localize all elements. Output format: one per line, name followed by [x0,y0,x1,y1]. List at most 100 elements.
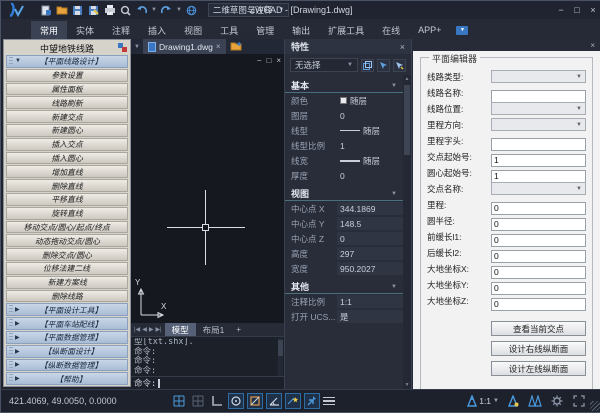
intersection-start-no-input[interactable] [491,154,586,167]
sidebar-item-insert-intersection[interactable]: 插入交点 [6,138,128,151]
back-transition-l2-input[interactable] [491,250,586,263]
sidebar-item-new-intersection[interactable]: 新建交点 [6,110,128,123]
sidebar-item-delete-route[interactable]: 删除线路 [6,290,128,303]
quick-select-icon[interactable] [393,59,406,72]
add-layout-button[interactable]: + [231,325,246,334]
doc-tabs-menu-icon[interactable]: ▼ [131,44,143,50]
ribbon-collapse-button[interactable]: ▼ [450,21,474,39]
mileage-direction-select[interactable]: ▼ [491,118,586,131]
mdi-close-button[interactable]: × [276,56,281,65]
prop-row-center-x[interactable]: 中心点 X 344.1869 [285,201,403,216]
scroll-up-icon[interactable]: ▲ [403,75,411,83]
prev-layout-icon[interactable]: ◀ [142,326,147,333]
tab-app-plus[interactable]: APP+ [409,21,450,39]
prop-row-width[interactable]: 宽度 950.2027 [285,261,403,276]
undo-icon[interactable] [135,4,148,16]
sidebar-group-plane-route-design[interactable]: ▼【平面线路设计】 [6,55,128,68]
geodetic-y-input[interactable] [491,282,586,295]
annotation-scale-control[interactable]: 1:1 ▼ [467,395,499,407]
section-basic[interactable]: 基本 ▼ [285,79,403,93]
front-transition-l1-input[interactable] [491,234,586,247]
save-icon[interactable] [71,4,84,16]
prop-row-lineweight[interactable]: 线宽 随层 [285,153,403,168]
next-layout-icon[interactable]: ▶ [149,326,154,333]
auto-annotation-icon[interactable] [527,393,543,409]
sidebar-item-dynamic-drag-points[interactable]: 动态拖动交点/圆心 [6,234,128,247]
ortho-mode-icon[interactable] [209,393,225,409]
online-globe-icon[interactable] [185,4,198,16]
print-icon[interactable] [103,4,116,16]
sidebar-group-plane-station-track[interactable]: ▶【平面车站配线】 [6,317,128,330]
route-type-select[interactable]: ▼ [491,70,586,83]
sidebar-group-plane-design-tools[interactable]: ▶【平面设计工具】 [6,303,128,316]
command-scrollbar[interactable] [278,338,283,376]
sidebar-item-route-refresh[interactable]: 线路刷新 [6,96,128,109]
tab-model[interactable]: 模型 [165,323,196,336]
open-folder-icon[interactable] [55,4,68,16]
tab-annotate[interactable]: 注释 [103,21,139,39]
tab-solid[interactable]: 实体 [67,21,103,39]
sidebar-group-help[interactable]: ▶【帮助】 [6,372,128,385]
tab-insert[interactable]: 插入 [139,21,175,39]
prop-row-linetype[interactable]: 线型 随层 [285,123,403,138]
tab-express-tools[interactable]: 扩展工具 [319,21,373,39]
sidebar-item-new-circle-center[interactable]: 新建圆心 [6,124,128,137]
sidebar-item-property-panel[interactable]: 属性面板 [6,83,128,96]
new-file-icon[interactable] [39,4,52,16]
status-menu-icon[interactable] [323,393,335,409]
plot-preview-icon[interactable] [119,4,132,16]
polar-tracking-icon[interactable] [266,393,282,409]
tab-layout1[interactable]: 布局1 [196,323,232,336]
entity-snap-icon[interactable] [285,393,301,409]
dynamic-input-icon[interactable] [304,393,320,409]
document-tab-drawing1[interactable]: Drawing1.dwg × [143,39,226,54]
prop-row-thickness[interactable]: 厚度 0 [285,168,403,183]
prop-row-height[interactable]: 高度 297 [285,246,403,261]
prop-row-center-z[interactable]: 中心点 Z 0 [285,231,403,246]
sidebar-group-profile-data-management[interactable]: ▶【纵断数据管理】 [6,359,128,372]
settings-gear-icon[interactable] [549,393,565,409]
first-layout-icon[interactable]: |◀ [134,326,140,333]
mdi-restore-button[interactable]: □ [266,56,271,65]
mdi-minimize-button[interactable]: − [257,56,262,65]
mileage-prefix-input[interactable] [491,138,586,151]
sidebar-item-offset-second-line[interactable]: 位移法建二线 [6,262,128,275]
undo-dropdown-icon[interactable]: ▼ [151,7,157,13]
sidebar-item-move-points[interactable]: 移动交点/圆心/起点/终点 [6,221,128,234]
view-current-intersection-button[interactable]: 查看当前交点 [491,321,586,336]
palette-options-icon[interactable] [118,43,127,52]
scroll-down-icon[interactable]: ▼ [403,381,411,389]
prop-row-annotation-scale[interactable]: 注释比例 1:1 [285,294,403,309]
mileage-input[interactable] [491,202,586,215]
annotation-visibility-icon[interactable] [505,393,521,409]
sidebar-item-add-line[interactable]: 增加直线 [6,165,128,178]
sidebar-item-rotate-line[interactable]: 旋转直线 [6,207,128,220]
prop-row-layer[interactable]: 图层 0 [285,108,403,123]
scrollbar-thumb[interactable] [404,85,410,155]
geodetic-x-input[interactable] [491,266,586,279]
tab-online[interactable]: 在线 [373,21,409,39]
scrollbar-thumb[interactable] [278,340,283,356]
selection-dropdown[interactable]: 无选择 ▼ [290,58,358,72]
minimize-button[interactable]: − [553,2,569,18]
prop-row-ucs-on[interactable]: 打开 UCS... 是 [285,309,403,324]
close-icon[interactable]: × [590,41,595,50]
section-misc[interactable]: 其他 ▼ [285,280,403,294]
intersection-name-select[interactable]: ▼ [491,182,586,195]
redo-icon[interactable] [160,4,173,16]
tab-home[interactable]: 常用 [31,21,67,39]
close-icon[interactable]: × [400,42,405,52]
route-position-select[interactable]: ▼ [491,102,586,115]
sidebar-item-new-scheme-line[interactable]: 新建方案线 [6,276,128,289]
prop-row-center-y[interactable]: 中心点 Y 148.5 [285,216,403,231]
circle-radius-input[interactable] [491,218,586,231]
tab-output[interactable]: 输出 [283,21,319,39]
sidebar-item-delete-points[interactable]: 删除交点/圆心 [6,248,128,261]
toggle-pickadd-icon[interactable] [361,59,374,72]
object-snap-tracking-icon[interactable] [247,393,263,409]
close-tab-icon[interactable]: × [216,42,221,51]
workspace-selector[interactable]: 二维草图与注释 ▼ [208,3,289,17]
prop-row-color[interactable]: 颜色 随层 [285,93,403,108]
sidebar-group-plane-data-management[interactable]: ▶【平面数据管理】 [6,331,128,344]
grid-display-icon[interactable] [190,393,206,409]
